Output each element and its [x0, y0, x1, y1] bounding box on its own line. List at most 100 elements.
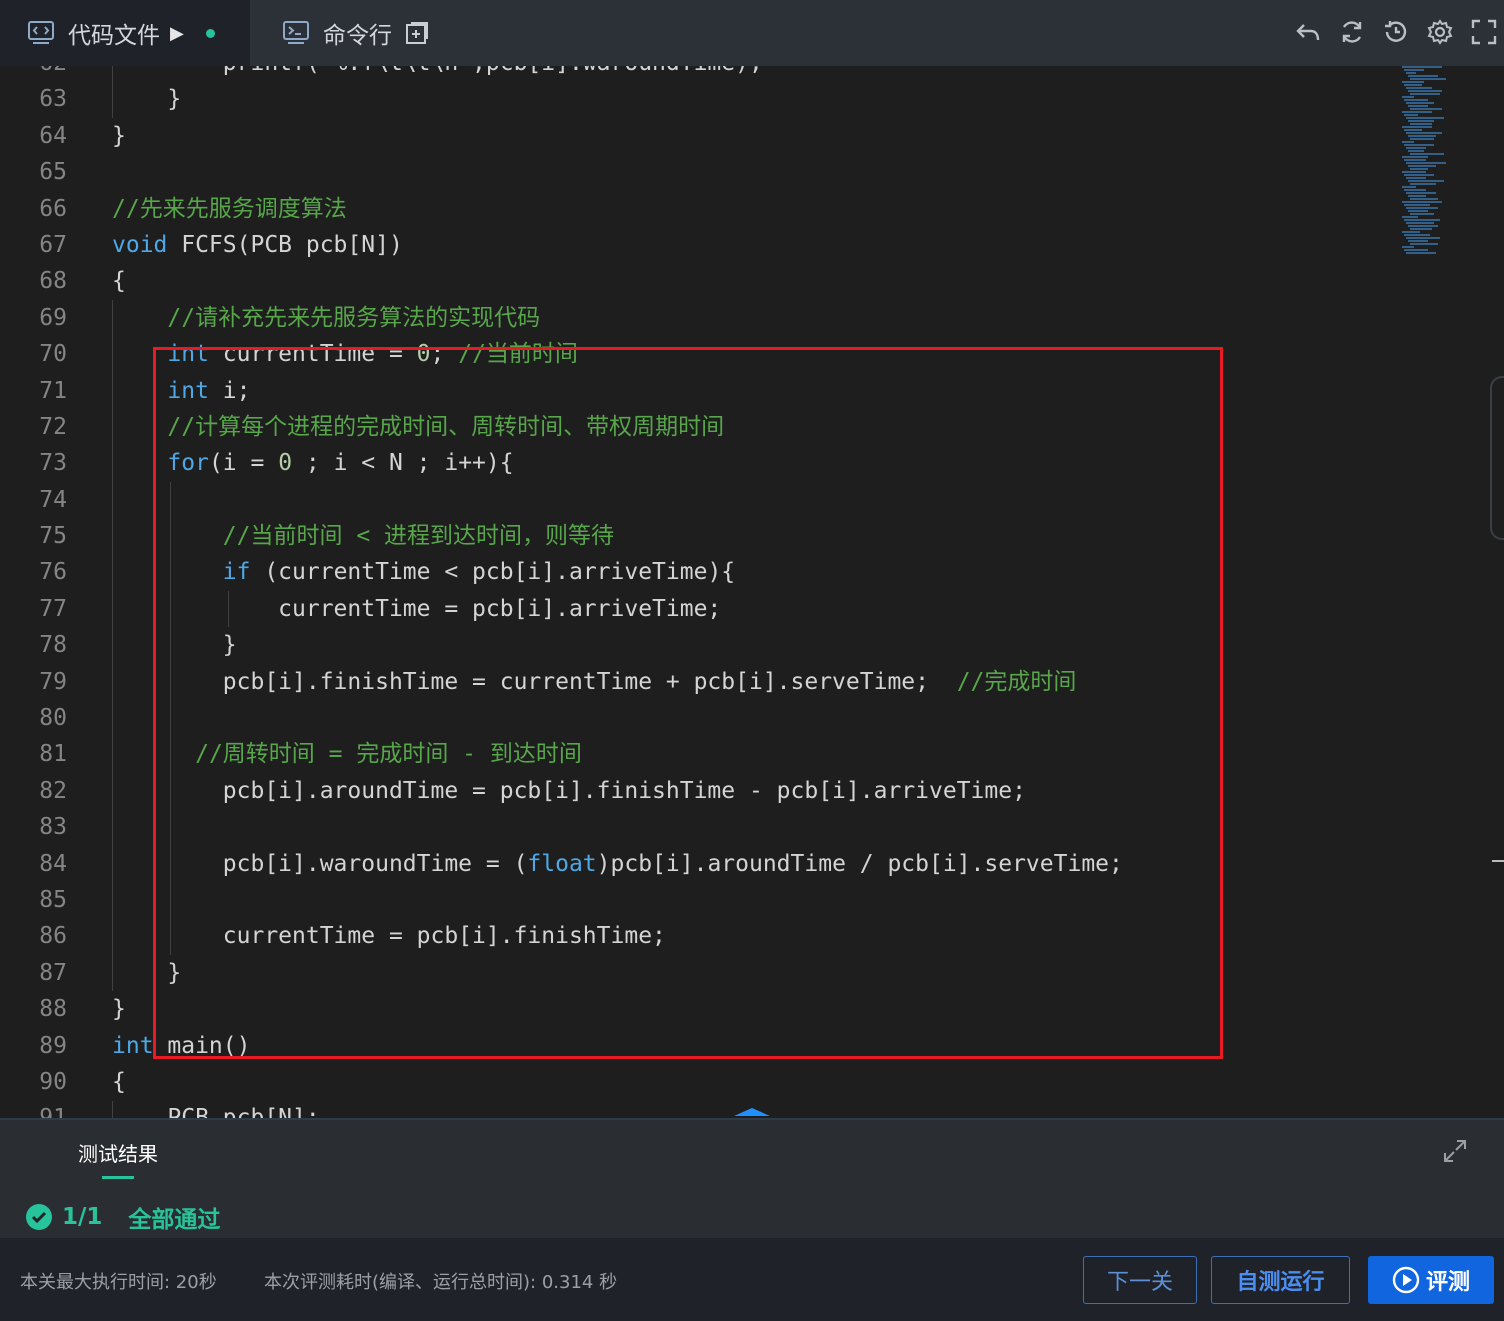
history-icon[interactable] — [1382, 18, 1410, 46]
line-text: //请补充先来先服务算法的实现代码 — [167, 304, 541, 331]
minimap-line — [1406, 237, 1440, 239]
line-text: { — [112, 1068, 126, 1095]
minimap-line — [1404, 84, 1422, 86]
line-text: PCB pcb[N]; — [112, 1100, 319, 1118]
line-number: 87 — [39, 959, 67, 986]
evaluate-button[interactable]: 评测 — [1368, 1256, 1494, 1304]
code-line[interactable]: 63 } — [0, 81, 1400, 117]
evaluate-label: 评测 — [1425, 1270, 1470, 1295]
tab-code-file[interactable]: 代码文件 ▶ — [0, 0, 250, 66]
line-text: { — [112, 268, 126, 295]
minimap-line — [1406, 87, 1432, 89]
tab-command-line[interactable]: 命令行 — [251, 0, 465, 66]
minimap-line — [1404, 114, 1418, 116]
code-line[interactable]: 69 //请补充先来先服务算法的实现代码 — [0, 300, 1400, 336]
indent-guide — [112, 1100, 113, 1118]
line-number: 77 — [39, 595, 67, 622]
minimap-line — [1406, 222, 1434, 224]
tab-test-results[interactable]: 测试结果 — [78, 1138, 158, 1167]
code-line[interactable]: 67 void FCFS(PCB pcb[N]) — [0, 227, 1400, 263]
code-line[interactable]: 62 printf("%.f\t\t\n",pcb[i].waroundTime… — [0, 66, 1400, 81]
minimap-line — [1410, 93, 1440, 95]
minimap-line — [1404, 234, 1430, 236]
minimap-line — [1404, 174, 1434, 176]
indent-guide — [170, 481, 171, 955]
check-icon — [26, 1204, 52, 1230]
minimap-line — [1404, 144, 1434, 146]
line-number: 88 — [39, 996, 67, 1023]
code-line[interactable]: 66 //先来先服务调度算法 — [0, 191, 1400, 227]
minimap-line — [1402, 201, 1442, 203]
minimap-line — [1402, 186, 1416, 188]
side-panel-handle[interactable] — [1490, 376, 1504, 540]
line-number: 62 — [0, 66, 67, 81]
minimap-line — [1406, 162, 1446, 164]
play-icon[interactable]: ▶ — [170, 23, 184, 44]
minimap-line — [1404, 129, 1422, 131]
line-number: 81 — [39, 741, 67, 768]
pass-message: 全部通过 — [128, 1207, 221, 1233]
line-number: 67 — [39, 231, 67, 258]
code-line[interactable]: 91 PCB pcb[N]; — [0, 1100, 1400, 1118]
minimap-line — [1406, 207, 1438, 209]
minimap-line — [1406, 252, 1436, 254]
max-time-info: 本关最大执行时间: 20秒 — [20, 1272, 217, 1293]
refresh-icon[interactable] — [1338, 18, 1366, 46]
minimap-line — [1404, 159, 1426, 161]
gear-icon[interactable] — [1426, 18, 1454, 46]
minimap-line — [1402, 156, 1428, 158]
minimap-line — [1408, 75, 1438, 77]
line-text: } — [112, 122, 126, 149]
code-line[interactable]: 65 — [0, 154, 1400, 190]
line-number: 89 — [39, 1032, 67, 1059]
minimap-line — [1410, 153, 1444, 155]
minimap-line — [1410, 78, 1446, 80]
fullscreen-icon[interactable] — [1470, 18, 1498, 46]
indent-guide — [228, 591, 229, 628]
unsaved-dot-icon — [205, 28, 215, 38]
minimap-line — [1408, 240, 1428, 242]
code-editor[interactable]: 62 printf("%.f\t\t\n",pcb[i].waroundTime… — [0, 66, 1504, 1118]
minimap-line — [1404, 99, 1428, 101]
minimap-line — [1406, 177, 1426, 179]
code-line[interactable]: 68 { — [0, 263, 1400, 299]
minimap-line — [1402, 246, 1414, 248]
minimap-line — [1404, 219, 1440, 221]
line-number: 69 — [39, 304, 67, 331]
minimap-line — [1402, 126, 1432, 128]
expand-icon[interactable] — [1442, 1138, 1468, 1168]
minimap-line — [1408, 150, 1424, 152]
minimap-line — [1408, 105, 1428, 107]
minimap-line — [1402, 216, 1418, 218]
undo-icon[interactable] — [1294, 18, 1322, 46]
line-number: 73 — [39, 450, 67, 477]
minimap-line — [1402, 66, 1442, 68]
code-line[interactable]: 90 { — [0, 1064, 1400, 1100]
minimap-line — [1410, 138, 1434, 140]
editor-tab-bar: 代码文件 ▶ 命令行 — [0, 0, 1504, 66]
code-line[interactable]: 64} — [0, 118, 1400, 154]
line-text: } — [112, 86, 182, 113]
line-number: 64 — [39, 122, 67, 149]
minimap-line — [1410, 213, 1434, 215]
minimap-line — [1402, 141, 1414, 143]
minimap-line — [1408, 165, 1436, 167]
line-number: 71 — [39, 377, 67, 404]
pass-summary: 1/1 全部通过 — [26, 1200, 220, 1234]
minimap[interactable] — [1398, 66, 1490, 266]
pass-count: 1/1 — [62, 1204, 103, 1230]
minimap-line — [1408, 195, 1426, 197]
next-level-button[interactable]: 下一关 — [1083, 1256, 1197, 1304]
tab-cmd-label: 命令行 — [323, 23, 392, 49]
self-test-button[interactable]: 自测运行 — [1211, 1256, 1350, 1304]
add-tab-icon[interactable] — [406, 22, 428, 44]
minimap-line — [1402, 96, 1414, 98]
line-number: 84 — [39, 850, 67, 877]
line-number: 85 — [39, 886, 67, 913]
minimap-line — [1408, 135, 1436, 137]
highlight-box — [153, 347, 1223, 1059]
line-number: 79 — [39, 668, 67, 695]
line-number: 63 — [39, 86, 67, 113]
minimap-line — [1410, 228, 1432, 230]
indent-guide — [112, 66, 113, 118]
